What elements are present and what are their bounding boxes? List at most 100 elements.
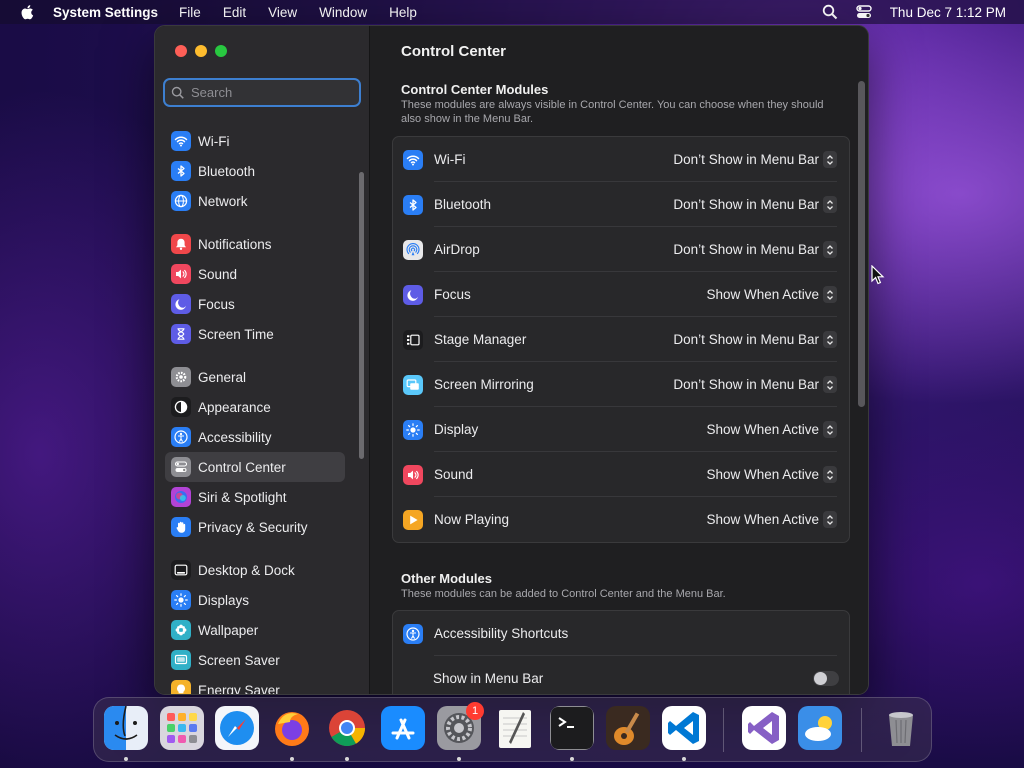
moon-icon (171, 294, 191, 314)
vscode-icon[interactable] (662, 706, 706, 750)
sidebar-item-screen-time[interactable]: Screen Time (165, 319, 345, 349)
sidebar-item-appearance[interactable]: Appearance (165, 392, 345, 422)
safari-icon[interactable] (215, 706, 259, 750)
menu-bar: System Settings File Edit View Window He… (0, 0, 1024, 24)
sidebar-item-wi-fi[interactable]: Wi-Fi (165, 126, 345, 156)
spotlight-search-icon[interactable] (822, 4, 838, 20)
module-row-focus: Focus Show When Active (393, 272, 849, 317)
menu-bar-visibility-popup[interactable]: Don’t Show in Menu Bar (673, 331, 837, 348)
app-store-icon[interactable] (381, 706, 425, 750)
launchpad-icon[interactable] (160, 706, 204, 750)
module-row-display: Display Show When Active (393, 407, 849, 452)
dock-icon (171, 560, 191, 580)
sidebar-item-label: Siri & Spotlight (198, 489, 287, 505)
show-in-menu-bar-row: Show in Menu Bar (393, 656, 849, 694)
sidebar-item-accessibility[interactable]: Accessibility (165, 422, 345, 452)
dock-separator (861, 708, 862, 752)
menu-help[interactable]: Help (389, 5, 417, 20)
firefox-icon[interactable] (270, 706, 314, 750)
show-in-menu-bar-label: Show in Menu Bar (433, 671, 544, 686)
sidebar-item-network[interactable]: Network (165, 186, 345, 216)
sidebar-item-energy-saver[interactable]: Energy Saver (165, 675, 345, 694)
menu-window[interactable]: Window (319, 5, 367, 20)
running-indicator (124, 757, 128, 761)
running-indicator (290, 757, 294, 761)
menu-bar-visibility-popup[interactable]: Don’t Show in Menu Bar (673, 241, 837, 258)
sidebar: Wi-Fi Bluetooth Network Notifications Sound F… (155, 26, 370, 694)
sun-icon (403, 419, 423, 440)
control-center-menu-icon[interactable] (855, 4, 872, 20)
sidebar-scrollbar[interactable] (359, 172, 364, 459)
screen-mirroring-icon (403, 374, 423, 395)
module-label: Wi-Fi (434, 152, 466, 167)
sidebar-item-control-center[interactable]: Control Center (165, 452, 345, 482)
system-settings-window: Wi-Fi Bluetooth Network Notifications Sound F… (154, 25, 869, 695)
menu-bar-visibility-popup[interactable]: Show When Active (706, 286, 837, 303)
menu-bar-visibility-popup[interactable]: Don’t Show in Menu Bar (673, 151, 837, 168)
other-section-description: These modules can be added to Control Ce… (401, 588, 726, 600)
sidebar-item-label: Network (198, 193, 248, 209)
modules-section-title: Control Center Modules (401, 82, 549, 97)
sidebar-item-siri-spotlight[interactable]: Siri & Spotlight (165, 482, 345, 512)
sidebar-item-sound[interactable]: Sound (165, 259, 345, 289)
menu-bar-visibility-popup[interactable]: Show When Active (706, 511, 837, 528)
sidebar-item-focus[interactable]: Focus (165, 289, 345, 319)
sidebar-item-label: Focus (198, 296, 235, 312)
close-button[interactable] (175, 45, 187, 57)
popup-value: Show When Active (706, 422, 819, 437)
finder-icon[interactable] (104, 706, 148, 750)
module-label: Bluetooth (434, 197, 492, 212)
sidebar-item-label: Accessibility (198, 429, 272, 445)
menu-app-name[interactable]: System Settings (53, 5, 158, 20)
updown-chevron-icon (823, 241, 837, 258)
popup-value: Don’t Show in Menu Bar (673, 242, 819, 257)
sidebar-item-label: General (198, 369, 247, 385)
zoom-button[interactable] (215, 45, 227, 57)
search-input[interactable] (191, 85, 351, 100)
running-indicator (570, 757, 574, 761)
module-label: Stage Manager (434, 332, 527, 347)
visual-studio-icon[interactable] (742, 706, 786, 750)
hand-icon (171, 517, 191, 537)
sidebar-item-general[interactable]: General (165, 362, 345, 392)
garageband-icon[interactable] (606, 706, 650, 750)
chrome-icon[interactable] (325, 706, 369, 750)
gear-icon (171, 367, 191, 387)
running-indicator (457, 757, 461, 761)
textedit-icon[interactable] (493, 706, 537, 750)
weather-icon[interactable] (798, 706, 842, 750)
sidebar-item-wallpaper[interactable]: Wallpaper (165, 615, 345, 645)
menu-bar-clock[interactable]: Thu Dec 7 1:12 PM (890, 5, 1006, 20)
minimize-button[interactable] (195, 45, 207, 57)
menu-bar-visibility-popup[interactable]: Show When Active (706, 421, 837, 438)
terminal-icon[interactable] (550, 706, 594, 750)
sidebar-item-notifications[interactable]: Notifications (165, 229, 345, 259)
popup-value: Don’t Show in Menu Bar (673, 332, 819, 347)
bulb-icon (171, 680, 191, 694)
apple-menu-icon[interactable] (19, 3, 37, 21)
sidebar-item-screen-saver[interactable]: Screen Saver (165, 645, 345, 675)
updown-chevron-icon (823, 286, 837, 303)
modules-section-description: These modules are always visible in Cont… (401, 99, 824, 125)
moon-icon (403, 284, 423, 305)
main-scrollbar[interactable] (858, 81, 865, 407)
sidebar-search[interactable] (163, 78, 361, 107)
menu-bar-visibility-popup[interactable]: Show When Active (706, 466, 837, 483)
updown-chevron-icon (823, 196, 837, 213)
menu-bar-visibility-popup[interactable]: Don’t Show in Menu Bar (673, 196, 837, 213)
siri-icon (171, 487, 191, 507)
trash-icon[interactable] (879, 706, 923, 750)
menu-file[interactable]: File (179, 5, 201, 20)
menu-bar-visibility-popup[interactable]: Don’t Show in Menu Bar (673, 376, 837, 393)
sidebar-item-desktop-dock[interactable]: Desktop & Dock (165, 555, 345, 585)
updown-chevron-icon (823, 331, 837, 348)
popup-value: Show When Active (706, 287, 819, 302)
menu-view[interactable]: View (268, 5, 297, 20)
menu-edit[interactable]: Edit (223, 5, 246, 20)
show-in-menu-bar-toggle[interactable] (813, 671, 839, 686)
sidebar-item-privacy-security[interactable]: Privacy & Security (165, 512, 345, 542)
module-label: AirDrop (434, 242, 480, 257)
sidebar-item-displays[interactable]: Displays (165, 585, 345, 615)
sidebar-item-bluetooth[interactable]: Bluetooth (165, 156, 345, 186)
